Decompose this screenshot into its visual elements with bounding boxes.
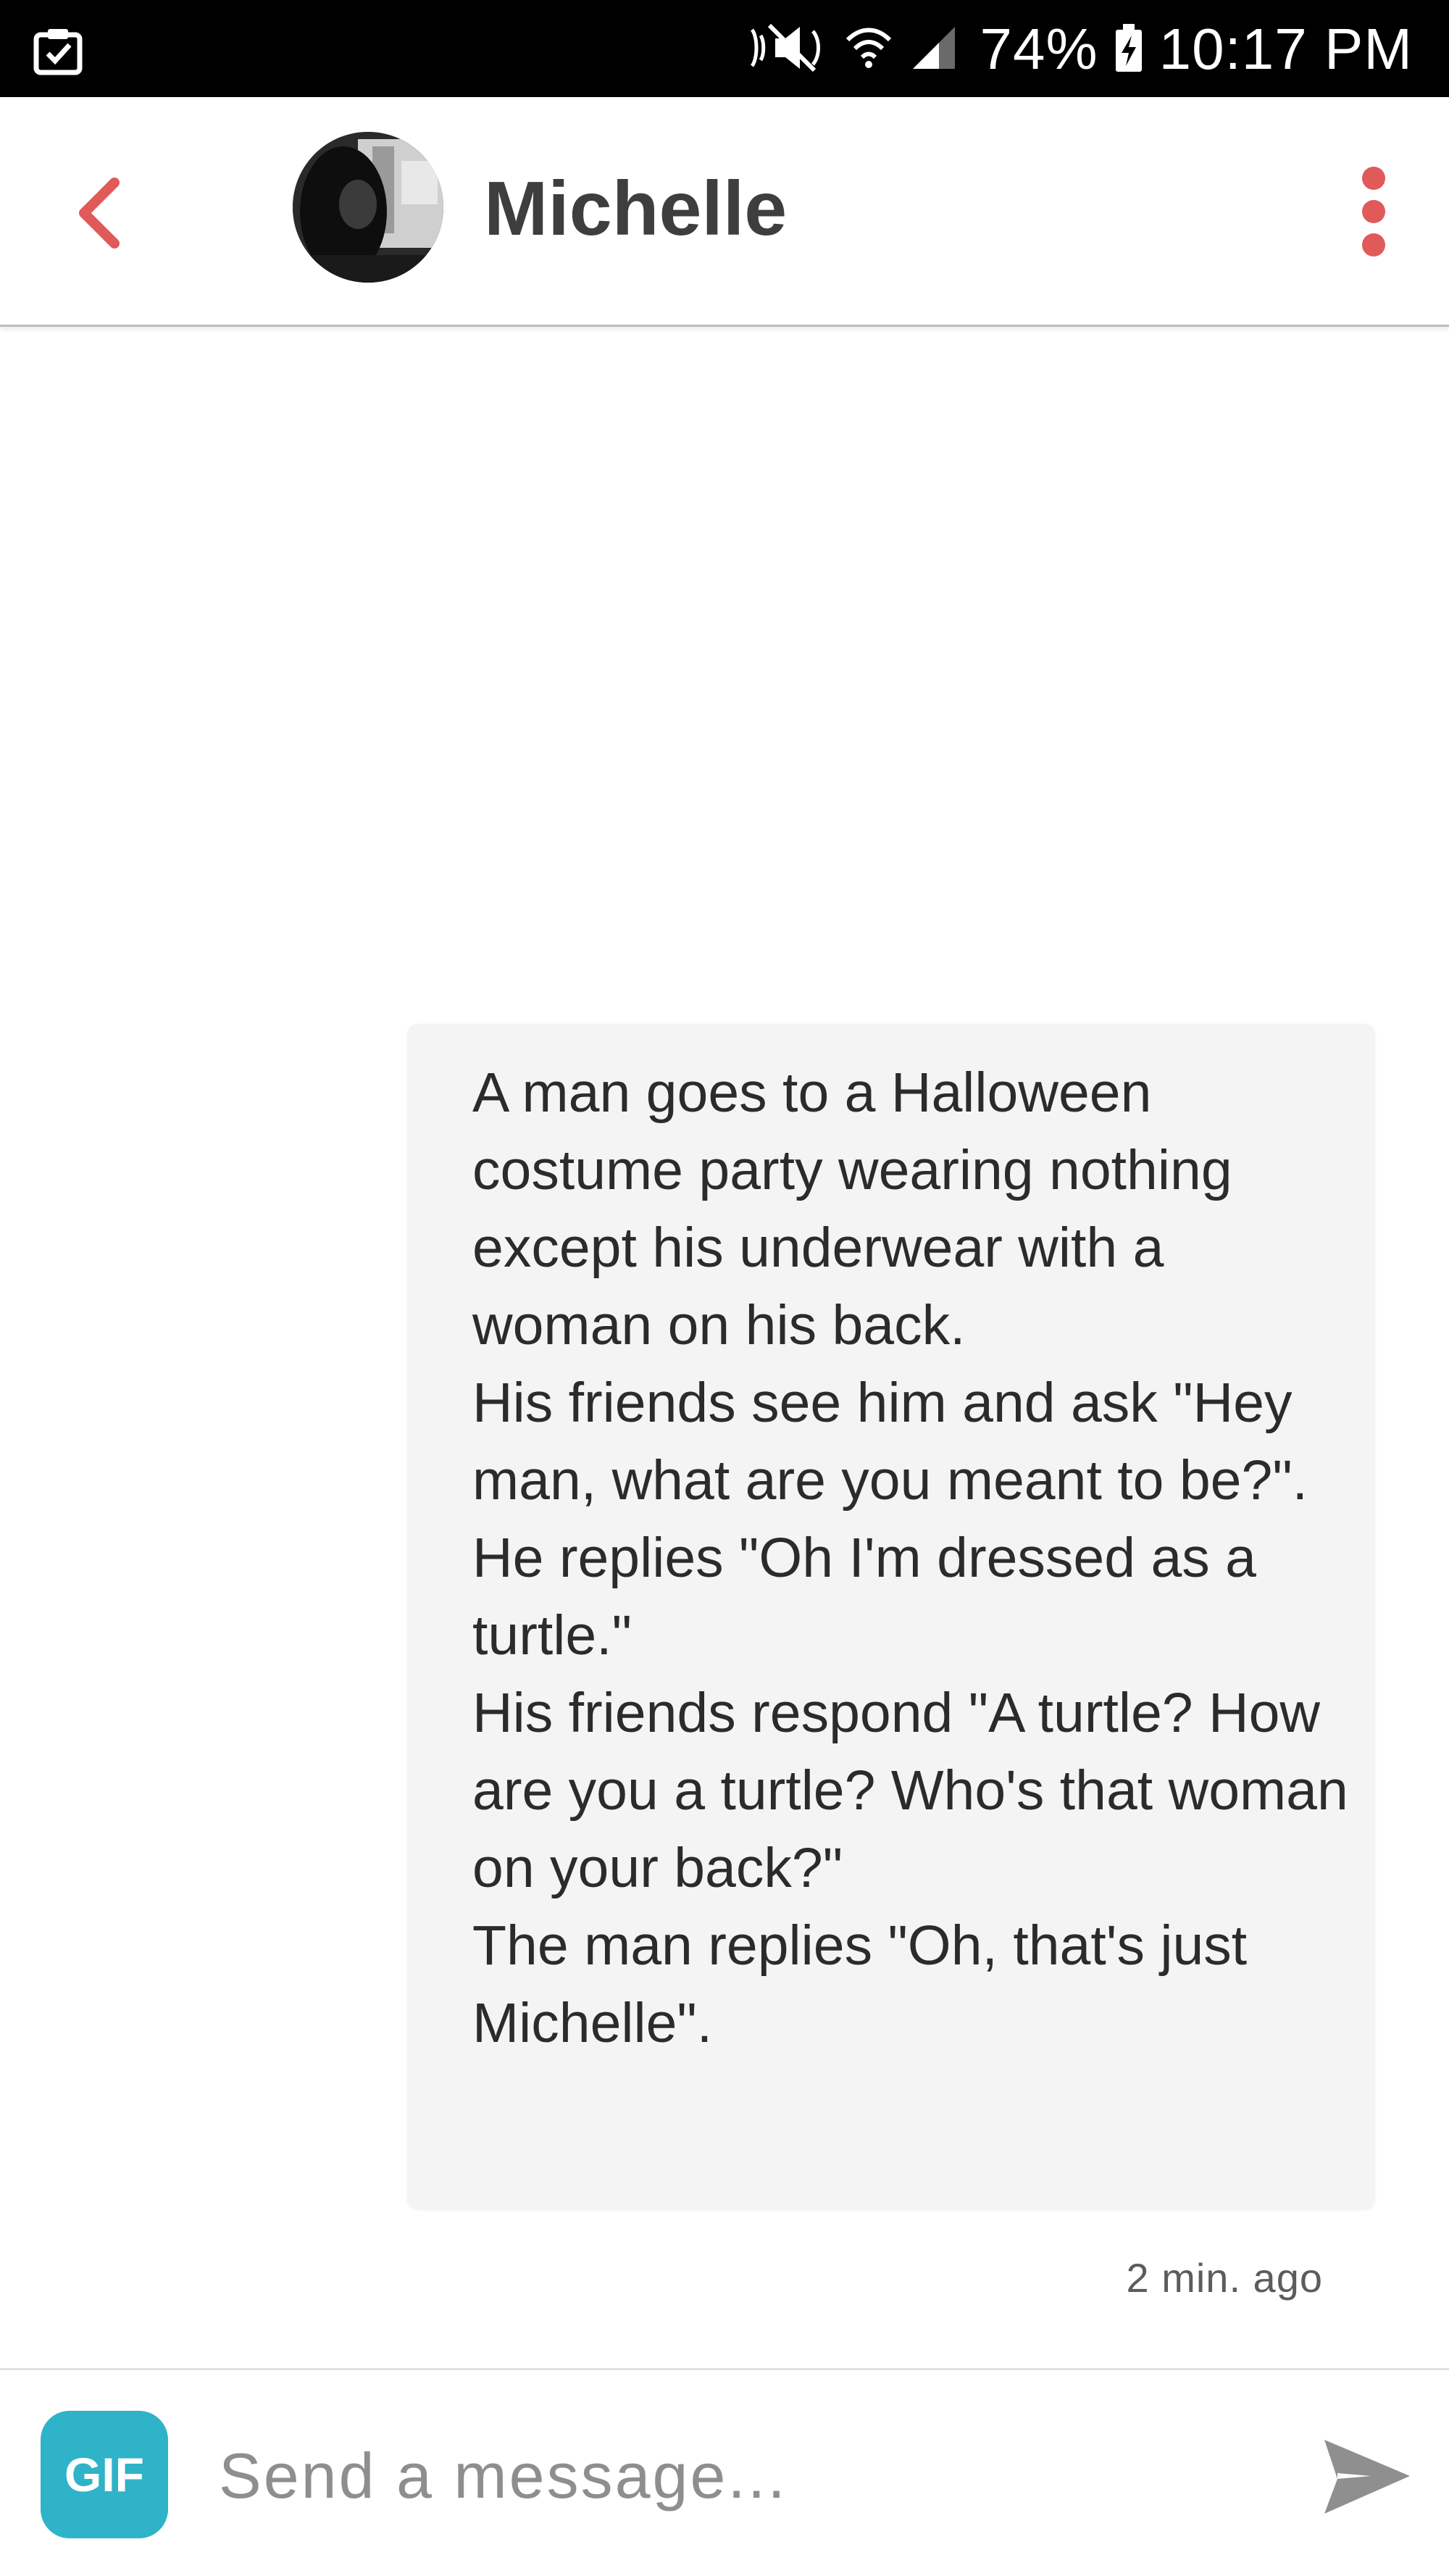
send-button[interactable]: [1320, 2430, 1414, 2524]
more-options-button[interactable]: [1346, 162, 1401, 264]
more-vertical-icon: [1346, 167, 1401, 267]
clock: 10:17 PM: [1158, 17, 1413, 81]
contact-name[interactable]: Michelle: [484, 158, 787, 259]
message-text: A man goes to a Halloween costume party …: [472, 1062, 1348, 2054]
battery-percent: 74%: [980, 17, 1098, 81]
message-timestamp: 2 min. ago: [1126, 2255, 1323, 2301]
message-list[interactable]: A man goes to a Halloween costume party …: [0, 327, 1449, 2369]
chat-header: Michelle: [0, 97, 1449, 327]
message-input[interactable]: [217, 2421, 1235, 2531]
mute-icon: [748, 22, 827, 77]
back-button[interactable]: [70, 170, 130, 257]
battery-charging-icon: [1114, 22, 1143, 77]
signal-icon: [910, 24, 958, 75]
message-bubble[interactable]: A man goes to a Halloween costume party …: [407, 1024, 1375, 2209]
avatar[interactable]: [293, 132, 443, 283]
wifi-icon: [843, 22, 894, 77]
clipboard-check-icon: [32, 25, 84, 77]
status-bar: 74% 10:17 PM: [0, 0, 1449, 97]
gif-button[interactable]: GIF: [41, 2411, 168, 2538]
message-composer: GIF: [0, 2368, 1449, 2576]
chevron-left-icon: [70, 178, 130, 259]
send-icon: [1320, 2440, 1414, 2527]
